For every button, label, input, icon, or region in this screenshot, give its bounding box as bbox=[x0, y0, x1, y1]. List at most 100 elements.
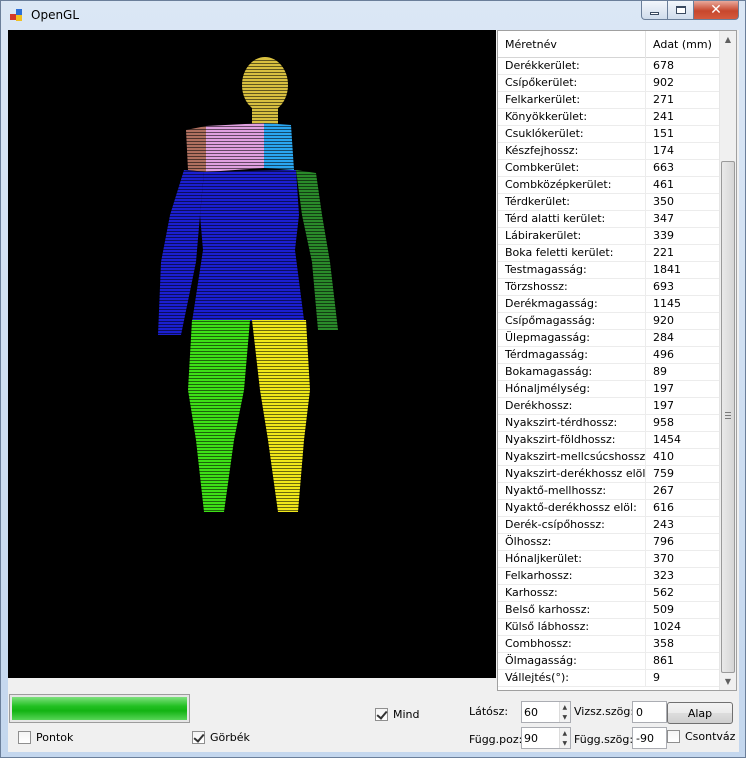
spin-up-icon[interactable]: ▲ bbox=[559, 702, 570, 712]
measurement-name-cell[interactable]: Derékmagasság: bbox=[498, 296, 646, 312]
measurement-name-cell[interactable]: Csípőkerület: bbox=[498, 75, 646, 91]
table-row[interactable]: Hónaljmélység: 197 bbox=[498, 381, 720, 398]
pontok-checkbox[interactable]: Pontok bbox=[18, 731, 73, 744]
measurement-value-cell[interactable]: 9 bbox=[646, 670, 720, 686]
measurement-value-cell[interactable]: 410 bbox=[646, 449, 720, 465]
measurement-name-cell[interactable]: Nyakszirt-derékhossz elöl: bbox=[498, 466, 646, 482]
table-row[interactable]: Külső lábhossz: 1024 bbox=[498, 619, 720, 636]
measurement-value-cell[interactable]: 1454 bbox=[646, 432, 720, 448]
table-row[interactable]: Combközépkerület: 461 bbox=[498, 177, 720, 194]
measurement-name-cell[interactable]: Nyakszirt-térdhossz: bbox=[498, 415, 646, 431]
measurement-name-cell[interactable]: Combhossz: bbox=[498, 636, 646, 652]
minimize-button[interactable] bbox=[641, 1, 668, 20]
measurement-value-cell[interactable]: 151 bbox=[646, 126, 720, 142]
measurement-name-cell[interactable]: Derékkerület: bbox=[498, 58, 646, 74]
measurement-value-cell[interactable]: 861 bbox=[646, 653, 720, 669]
table-row[interactable]: Derékkerület: 678 bbox=[498, 58, 720, 75]
measurement-name-cell[interactable]: Boka feletti kerület: bbox=[498, 245, 646, 261]
table-row[interactable]: Nyaktő-derékhossz elöl: 616 bbox=[498, 500, 720, 517]
table-row[interactable]: Nyakszirt-derékhossz elöl: 759 bbox=[498, 466, 720, 483]
measurement-name-cell[interactable]: Derékhossz: bbox=[498, 398, 646, 414]
table-row[interactable]: Combkerület: 663 bbox=[498, 160, 720, 177]
fugg-szog-textbox[interactable] bbox=[632, 727, 667, 749]
table-row[interactable]: Combhossz: 358 bbox=[498, 636, 720, 653]
measurement-value-cell[interactable]: 243 bbox=[646, 517, 720, 533]
measurement-name-cell[interactable]: Lábirakerület: bbox=[498, 228, 646, 244]
measurement-name-cell[interactable]: Térdkerület: bbox=[498, 194, 646, 210]
measurement-value-cell[interactable]: 197 bbox=[646, 381, 720, 397]
measurement-name-cell[interactable]: Nyakszirt-mellcsúcshossz: bbox=[498, 449, 646, 465]
measurement-name-cell[interactable]: Derék-csípőhossz: bbox=[498, 517, 646, 533]
measurement-value-cell[interactable]: 197 bbox=[646, 398, 720, 414]
measurement-name-cell[interactable]: Külső lábhossz: bbox=[498, 619, 646, 635]
table-row[interactable]: Felkarkerület: 271 bbox=[498, 92, 720, 109]
scroll-thumb[interactable] bbox=[721, 161, 735, 673]
pontok-checkbox-box[interactable] bbox=[18, 731, 31, 744]
measurement-value-cell[interactable]: 221 bbox=[646, 245, 720, 261]
measurement-value-cell[interactable]: 370 bbox=[646, 551, 720, 567]
measurement-value-cell[interactable]: 323 bbox=[646, 568, 720, 584]
fugg-szog-input[interactable] bbox=[633, 728, 666, 748]
table-row[interactable]: Hónaljkerület: 370 bbox=[498, 551, 720, 568]
measurement-value-cell[interactable]: 1024 bbox=[646, 619, 720, 635]
measurement-value-cell[interactable]: 1145 bbox=[646, 296, 720, 312]
table-row[interactable]: Törzshossz: 693 bbox=[498, 279, 720, 296]
table-row[interactable]: Nyakszirt-térdhossz: 958 bbox=[498, 415, 720, 432]
table-row[interactable]: Térdmagasság: 496 bbox=[498, 347, 720, 364]
table-row[interactable]: Csípőmagasság: 920 bbox=[498, 313, 720, 330]
table-row[interactable]: Nyakszirt-földhossz: 1454 bbox=[498, 432, 720, 449]
measurement-name-cell[interactable]: Bokamagasság: bbox=[498, 364, 646, 380]
latosz-input[interactable] bbox=[522, 702, 559, 722]
table-row[interactable]: Derékmagasság: 1145 bbox=[498, 296, 720, 313]
measurement-value-cell[interactable]: 663 bbox=[646, 160, 720, 176]
measurement-name-cell[interactable]: Törzshossz: bbox=[498, 279, 646, 295]
measurement-value-cell[interactable]: 693 bbox=[646, 279, 720, 295]
measurement-grid[interactable]: Méretnév Adat (mm) Derékkerület: 678 Csípő… bbox=[497, 30, 737, 691]
vizsz-input[interactable] bbox=[633, 702, 666, 722]
measurement-name-cell[interactable]: Könyökkerület: bbox=[498, 109, 646, 125]
measurement-name-cell[interactable]: Felkarkerület: bbox=[498, 92, 646, 108]
measurement-value-cell[interactable]: 241 bbox=[646, 109, 720, 125]
measurement-value-cell[interactable]: 562 bbox=[646, 585, 720, 601]
spin-down-icon[interactable]: ▼ bbox=[559, 712, 570, 722]
measurement-value-cell[interactable]: 678 bbox=[646, 58, 720, 74]
gorbek-checkbox-box[interactable] bbox=[192, 731, 205, 744]
measurement-value-cell[interactable]: 271 bbox=[646, 92, 720, 108]
table-row[interactable]: Bokamagasság: 89 bbox=[498, 364, 720, 381]
scroll-down-arrow-icon[interactable]: ▼ bbox=[720, 673, 736, 690]
alap-button[interactable]: Alap bbox=[667, 702, 733, 724]
table-row[interactable]: Lábirakerület: 339 bbox=[498, 228, 720, 245]
measurement-name-cell[interactable]: Combkerület: bbox=[498, 160, 646, 176]
measurement-name-cell[interactable]: Hónaljkerület: bbox=[498, 551, 646, 567]
column-header-value[interactable]: Adat (mm) bbox=[646, 31, 720, 58]
table-row[interactable]: Ölmagasság: 861 bbox=[498, 653, 720, 670]
latosz-spinner[interactable]: ▲▼ bbox=[521, 701, 571, 723]
spin-down-icon[interactable]: ▼ bbox=[559, 738, 570, 748]
measurement-value-cell[interactable]: 461 bbox=[646, 177, 720, 193]
table-row[interactable]: Készfejhossz: 174 bbox=[498, 143, 720, 160]
table-row[interactable]: Derék-csípőhossz: 243 bbox=[498, 517, 720, 534]
measurement-name-cell[interactable]: Nyaktő-derékhossz elöl: bbox=[498, 500, 646, 516]
measurement-name-cell[interactable]: Testmagasság: bbox=[498, 262, 646, 278]
opengl-viewport[interactable] bbox=[8, 30, 496, 678]
measurement-name-cell[interactable]: Ölhossz: bbox=[498, 534, 646, 550]
fugg-poz-spin-arrows[interactable]: ▲ ▼ bbox=[558, 728, 570, 748]
measurement-value-cell[interactable]: 284 bbox=[646, 330, 720, 346]
measurement-value-cell[interactable]: 920 bbox=[646, 313, 720, 329]
measurement-name-cell[interactable]: Nyaktő-mellhossz: bbox=[498, 483, 646, 499]
vizsz-textbox[interactable] bbox=[632, 701, 667, 723]
table-row[interactable]: Nyaktő-mellhossz: 267 bbox=[498, 483, 720, 500]
measurement-value-cell[interactable]: 902 bbox=[646, 75, 720, 91]
table-row[interactable]: Testmagasság: 1841 bbox=[498, 262, 720, 279]
measurement-name-cell[interactable]: Térdmagasság: bbox=[498, 347, 646, 363]
measurement-name-cell[interactable]: Csuklókerület: bbox=[498, 126, 646, 142]
table-row[interactable]: Karhossz: 562 bbox=[498, 585, 720, 602]
fugg-poz-input[interactable] bbox=[522, 728, 559, 748]
measurement-value-cell[interactable]: 759 bbox=[646, 466, 720, 482]
table-row[interactable]: Csípőkerület: 902 bbox=[498, 75, 720, 92]
measurement-name-cell[interactable]: Karhossz: bbox=[498, 585, 646, 601]
measurement-name-cell[interactable]: Ülepmagasság: bbox=[498, 330, 646, 346]
measurement-name-cell[interactable]: Térd alatti kerület: bbox=[498, 211, 646, 227]
csontvaz-checkbox[interactable]: Csontváz bbox=[667, 730, 735, 743]
measurement-name-cell[interactable]: Felkarhossz: bbox=[498, 568, 646, 584]
